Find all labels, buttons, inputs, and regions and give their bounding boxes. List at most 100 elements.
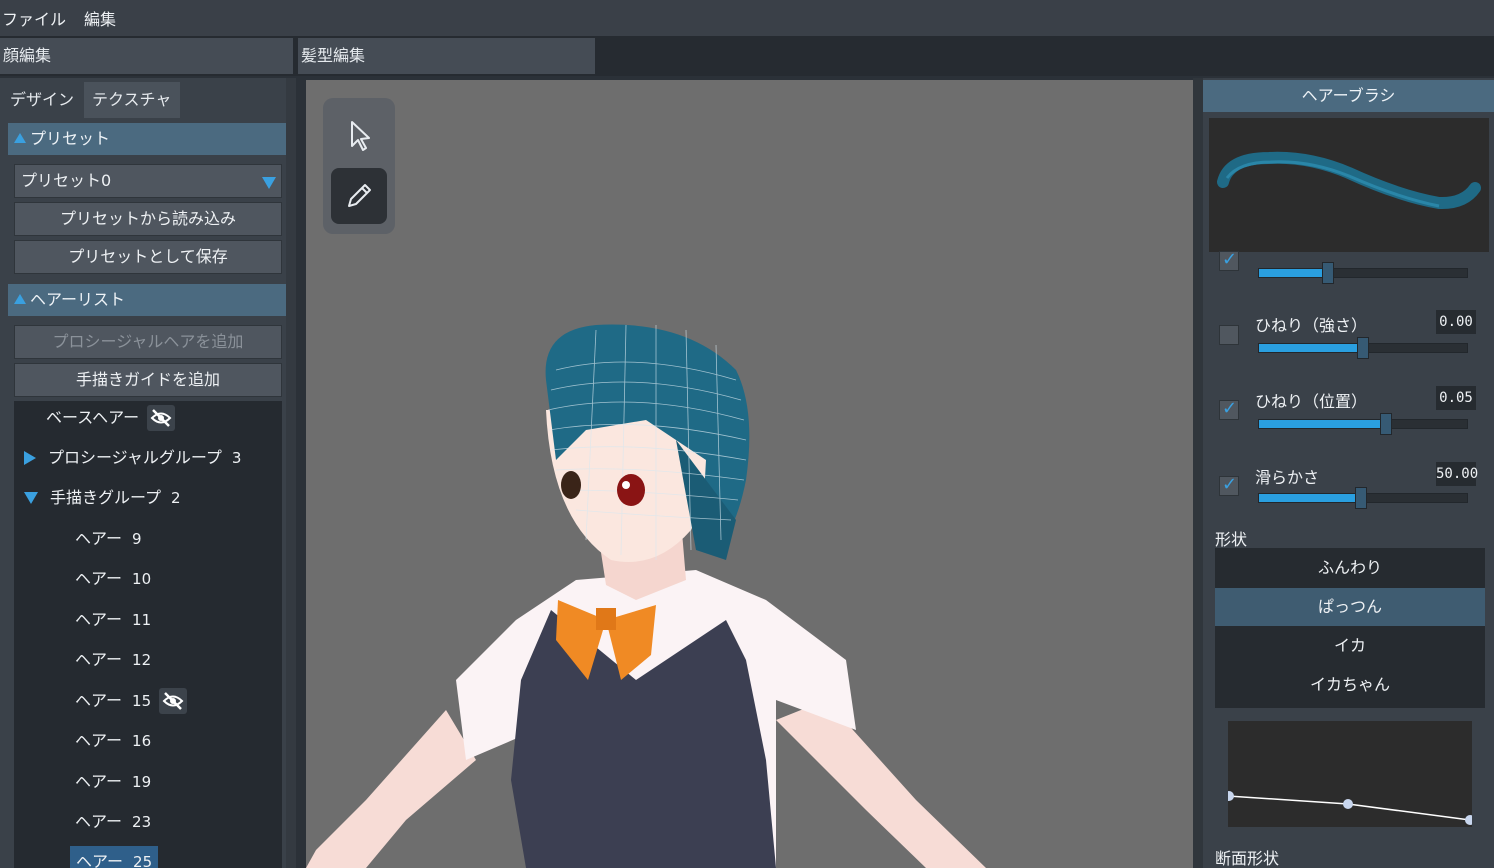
param-checkbox[interactable] bbox=[1219, 325, 1239, 345]
tree-item-label: プロシージャルグループ bbox=[48, 448, 222, 467]
add-procedural-hair-button[interactable]: プロシージャルヘアを追加 bbox=[14, 325, 282, 359]
save-preset-button[interactable]: プリセットとして保存 bbox=[14, 240, 282, 274]
tree-item-number: 15 bbox=[132, 692, 152, 710]
slider-knob[interactable] bbox=[1357, 337, 1369, 359]
param-value[interactable]: 0.05 bbox=[1436, 386, 1476, 410]
tree-item-label: ベースヘアー bbox=[46, 408, 140, 427]
tree-item-number: 19 bbox=[132, 773, 152, 791]
tree-item-hair[interactable]: ヘアー 11 bbox=[75, 604, 151, 636]
tree-group-procedural[interactable]: プロシージャルグループ 3 bbox=[24, 442, 241, 474]
slider-knob[interactable] bbox=[1321, 262, 1334, 284]
curve-control-point[interactable] bbox=[1343, 799, 1353, 809]
chevron-down-icon bbox=[262, 177, 276, 189]
param-checkbox[interactable] bbox=[1219, 474, 1239, 496]
shape-list: ふんわり ぱっつん イカ イカちゃん bbox=[1215, 548, 1485, 708]
param-value[interactable]: 0.00 bbox=[1436, 310, 1476, 334]
select-tool-button[interactable] bbox=[331, 106, 387, 162]
shape-option[interactable]: イカ bbox=[1215, 627, 1485, 665]
curve-graph bbox=[1224, 791, 1475, 825]
tree-item-label: ヘアー bbox=[75, 650, 123, 669]
draw-tool-button[interactable] bbox=[331, 168, 387, 224]
param-smoothness: 滑らかさ 50.00 bbox=[1203, 462, 1494, 534]
right-panel-splitter[interactable] bbox=[1193, 78, 1203, 868]
brush-preview bbox=[1209, 118, 1489, 252]
shape-title: 形状 bbox=[1215, 530, 1248, 549]
tree-item-hair[interactable]: ヘアー 10 bbox=[75, 563, 151, 595]
slider-fill bbox=[1259, 494, 1361, 502]
slider-fill bbox=[1259, 420, 1386, 428]
tree-item-number: 16 bbox=[132, 732, 152, 750]
tab-hair-edit[interactable]: 髪型編集 bbox=[298, 38, 595, 74]
mode-tab-bar: 顔編集 髪型編集 bbox=[0, 36, 1494, 76]
tab-design[interactable]: デザイン bbox=[2, 82, 82, 118]
tree-item-number: 9 bbox=[132, 530, 142, 548]
shape-option[interactable]: ふんわり bbox=[1215, 549, 1485, 587]
menu-file[interactable]: ファイル bbox=[0, 6, 72, 30]
tree-item-count: 3 bbox=[231, 449, 242, 467]
tree-item-number: 11 bbox=[132, 611, 152, 629]
preset-select[interactable]: プリセット0 bbox=[14, 164, 282, 198]
collapse-arrow-icon bbox=[24, 492, 38, 504]
tree-item-hair[interactable]: ヘアー 12 bbox=[75, 644, 151, 676]
hair-brush-header: ヘアーブラシ bbox=[1203, 80, 1494, 112]
tree-item-hair[interactable]: ヘアー 9 bbox=[75, 523, 142, 555]
curve-control-point[interactable] bbox=[1465, 815, 1475, 825]
slider-knob[interactable] bbox=[1354, 487, 1367, 509]
left-scrollbar[interactable] bbox=[286, 78, 296, 868]
tree-item-base-hair[interactable]: ベースヘアー bbox=[46, 402, 176, 434]
collapse-arrow-icon bbox=[14, 294, 26, 304]
shape-option-selected[interactable]: ぱっつん bbox=[1215, 588, 1485, 626]
tab-texture[interactable]: テクスチャ bbox=[84, 82, 180, 118]
tree-item-label: ヘアー bbox=[75, 569, 123, 588]
param-checkbox[interactable] bbox=[1219, 398, 1239, 420]
menu-edit[interactable]: 編集 bbox=[82, 6, 122, 30]
tree-item-hair[interactable]: ヘアー 16 bbox=[75, 725, 151, 757]
hairlist-section-header[interactable]: ヘアーリスト bbox=[8, 284, 288, 316]
tab-face-edit[interactable]: 顔編集 bbox=[0, 38, 293, 74]
character-model bbox=[306, 324, 986, 868]
eye-off-icon[interactable] bbox=[147, 405, 176, 431]
tree-item-number: 10 bbox=[132, 570, 152, 588]
param-twist-position: ひねり（位置） 0.05 bbox=[1203, 386, 1494, 458]
menu-bar: ファイル 編集 bbox=[0, 0, 1494, 36]
preset-header-label: プリセット bbox=[30, 129, 111, 148]
tree-item-label: ヘアー bbox=[75, 610, 123, 629]
param-slider[interactable] bbox=[1258, 413, 1468, 435]
brush-stroke-preview bbox=[1217, 151, 1481, 210]
slider-fill bbox=[1259, 269, 1328, 277]
tree-item-number: 12 bbox=[132, 651, 152, 669]
slider-knob[interactable] bbox=[1379, 413, 1392, 435]
tree-item-hair[interactable]: ヘアー 15 bbox=[75, 685, 188, 717]
load-preset-button[interactable]: プリセットから読み込み bbox=[14, 202, 282, 236]
param-twist-strength: ひねり（強さ） 0.00 bbox=[1203, 310, 1494, 382]
pencil-icon bbox=[348, 184, 371, 207]
param-label: ひねり（強さ） bbox=[1255, 316, 1368, 335]
3d-viewport[interactable] bbox=[306, 80, 1193, 868]
shape-option[interactable]: イカちゃん bbox=[1215, 666, 1485, 704]
param-checkbox[interactable] bbox=[1219, 249, 1239, 271]
param-label: ひねり（位置） bbox=[1255, 392, 1368, 411]
preset-section-header[interactable]: プリセット bbox=[8, 123, 288, 155]
tree-item-hair-selected[interactable]: ヘアー 25 bbox=[70, 846, 159, 868]
eye-off-icon[interactable] bbox=[159, 688, 188, 714]
tree-item-label: ヘアー bbox=[76, 852, 124, 868]
curve-control-point[interactable] bbox=[1224, 791, 1234, 801]
shape-curve-editor[interactable] bbox=[1224, 721, 1475, 827]
tree-item-label: ヘアー bbox=[75, 691, 123, 710]
tree-item-label: ヘアー bbox=[75, 772, 123, 791]
param-value[interactable]: 50.00 bbox=[1436, 462, 1478, 486]
param-slider[interactable] bbox=[1258, 487, 1468, 509]
hairlist-header-label: ヘアーリスト bbox=[30, 290, 126, 309]
tree-group-hand-drawn[interactable]: 手描きグループ 2 bbox=[24, 482, 181, 514]
param-slider[interactable] bbox=[1258, 337, 1468, 359]
tree-item-label: 手描きグループ bbox=[50, 488, 162, 507]
tree-item-hair[interactable]: ヘアー 23 bbox=[75, 806, 151, 838]
left-panel: デザイン テクスチャ プリセット プリセット0 プリセットから読み込み プリセッ… bbox=[0, 78, 296, 868]
tree-item-hair[interactable]: ヘアー 19 bbox=[75, 766, 151, 798]
add-guide-button[interactable]: 手描きガイドを追加 bbox=[14, 363, 282, 397]
tool-panel bbox=[323, 98, 395, 234]
param-slider[interactable] bbox=[1258, 262, 1468, 284]
expand-arrow-icon bbox=[24, 451, 36, 465]
collapse-arrow-icon bbox=[14, 133, 26, 143]
tree-item-label: ヘアー bbox=[75, 812, 123, 831]
